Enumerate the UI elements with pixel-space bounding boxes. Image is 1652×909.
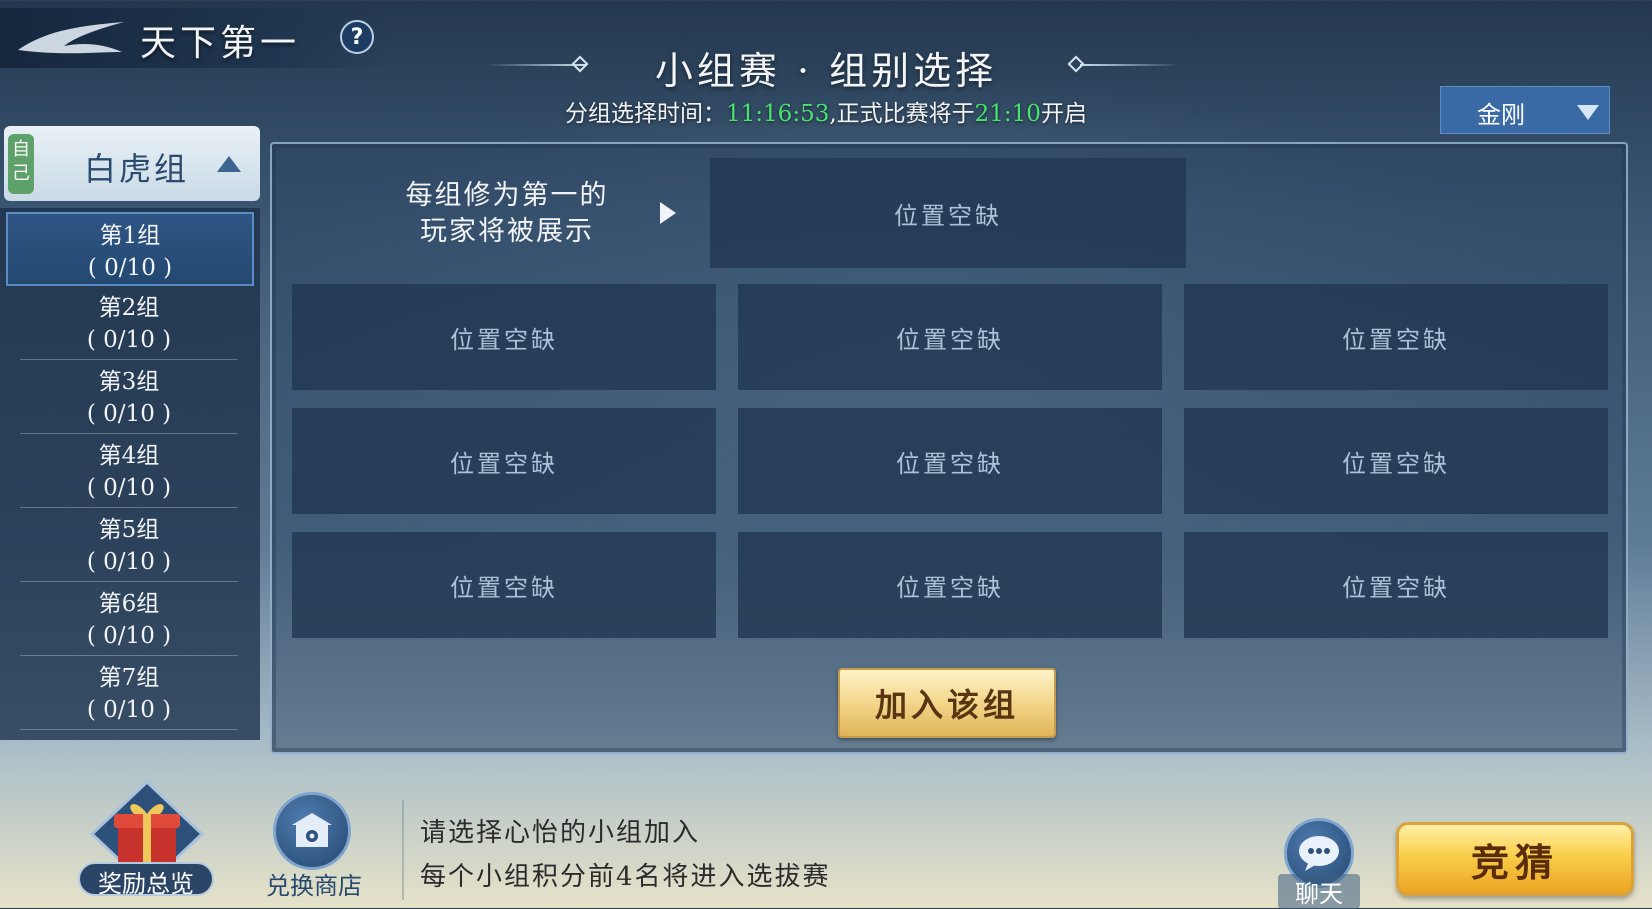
- time-suffix: 开启: [1040, 101, 1087, 127]
- own-group-badge: 自己: [8, 134, 34, 194]
- time-mid: ,正式比赛将于: [829, 101, 975, 127]
- guess-button[interactable]: 竞猜: [1396, 822, 1634, 896]
- chevron-down-icon: [1577, 105, 1599, 120]
- group-label: 第7组: [98, 665, 160, 691]
- hint-line-2: 每个小组积分前4名将进入选拔赛: [420, 862, 831, 892]
- group-item-5[interactable]: 第5组 ( 0/10 ): [20, 508, 238, 582]
- group-label: 第5组: [98, 517, 160, 543]
- group-item-7[interactable]: 第7组 ( 0/10 ): [20, 656, 238, 730]
- player-slot-9[interactable]: 位置空缺: [1184, 532, 1608, 638]
- group-count: ( 0/10 ): [86, 623, 172, 649]
- group-count: ( 0/10 ): [87, 255, 173, 281]
- group-label: 第6组: [98, 591, 160, 617]
- top-player-note: 每组修为第一的 玩家将被展示: [382, 178, 632, 250]
- group-label: 第3组: [98, 369, 160, 395]
- time-prefix: 分组选择时间：: [565, 101, 727, 127]
- player-slot-2[interactable]: 位置空缺: [738, 284, 1162, 390]
- weapon-dropdown-label: 金刚: [1477, 101, 1525, 129]
- player-slot-6[interactable]: 位置空缺: [1184, 408, 1608, 514]
- page-title: 小组赛 · 组别选择: [654, 49, 998, 93]
- play-arrow-icon: [660, 202, 676, 224]
- player-slot-3[interactable]: 位置空缺: [1184, 284, 1608, 390]
- group-count: ( 0/10 ): [86, 549, 172, 575]
- start-time: 21:10: [974, 101, 1041, 127]
- top-player-slot[interactable]: 位置空缺: [710, 158, 1186, 268]
- group-item-2[interactable]: 第2组 ( 0/10 ): [20, 286, 238, 360]
- player-slot-5[interactable]: 位置空缺: [738, 408, 1162, 514]
- group-list: 第1组 ( 0/10 ) 第2组 ( 0/10 ) 第3组 ( 0/10 ) 第…: [0, 208, 260, 740]
- group-category-label: 白虎组: [84, 150, 190, 188]
- group-item-3[interactable]: 第3组 ( 0/10 ): [20, 360, 238, 434]
- selection-time-line: 分组选择时间：11:16:53,正式比赛将于21:10开启: [0, 94, 1652, 128]
- weapon-dropdown[interactable]: 金刚: [1440, 86, 1610, 134]
- player-slot-8[interactable]: 位置空缺: [738, 532, 1162, 638]
- footer-divider: [402, 800, 404, 900]
- chevron-up-icon: [217, 156, 241, 172]
- group-item-4[interactable]: 第4组 ( 0/10 ): [20, 434, 238, 508]
- group-count: ( 0/10 ): [86, 475, 172, 501]
- group-label: 第1组: [99, 223, 161, 249]
- group-count: ( 0/10 ): [86, 697, 172, 723]
- group-item-6[interactable]: 第6组 ( 0/10 ): [20, 582, 238, 656]
- group-category-header[interactable]: 自己 白虎组: [4, 126, 260, 201]
- shop-icon[interactable]: [273, 792, 351, 870]
- hint-line-1: 请选择心怡的小组加入: [420, 818, 701, 848]
- countdown-timer: 11:16:53: [726, 101, 830, 127]
- player-slot-1[interactable]: 位置空缺: [292, 284, 716, 390]
- group-count: ( 0/10 ): [86, 401, 172, 427]
- join-group-button[interactable]: 加入该组: [838, 668, 1056, 738]
- chat-label[interactable]: 聊天: [1278, 874, 1360, 909]
- top-player-note-line2: 玩家将被展示: [420, 216, 594, 247]
- top-player-note-line1: 每组修为第一的: [405, 180, 609, 211]
- exchange-shop-label[interactable]: 兑换商店: [254, 866, 374, 901]
- rewards-overview-label[interactable]: 奖励总览: [78, 864, 214, 899]
- shop-building-icon: [292, 813, 332, 847]
- player-slot-7[interactable]: 位置空缺: [292, 532, 716, 638]
- player-slot-4[interactable]: 位置空缺: [292, 408, 716, 514]
- group-label: 第2组: [98, 295, 160, 321]
- group-label: 第4组: [98, 443, 160, 469]
- group-count: ( 0/10 ): [86, 327, 172, 353]
- group-item-1[interactable]: 第1组 ( 0/10 ): [6, 212, 254, 286]
